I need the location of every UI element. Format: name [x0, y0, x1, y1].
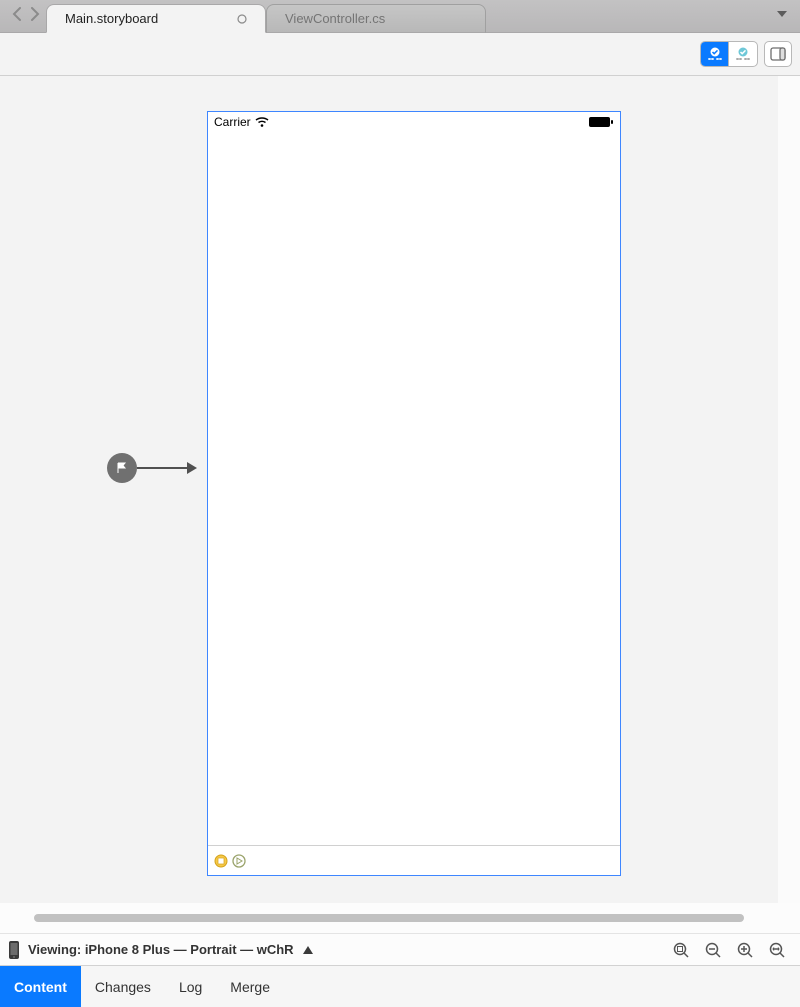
entry-point-icon: [107, 453, 137, 483]
arrow-right-icon: [187, 462, 197, 474]
footer-tab-label: Log: [179, 979, 202, 995]
battery-icon: [588, 116, 614, 128]
entry-point-indicator[interactable]: [107, 453, 197, 483]
scene-dock: [208, 845, 620, 875]
footer-tab-merge[interactable]: Merge: [216, 966, 284, 1007]
tab-label: Main.storyboard: [65, 11, 158, 26]
first-responder-icon[interactable]: [232, 854, 246, 868]
constraint-mode-update[interactable]: [701, 42, 729, 66]
horizontal-scrollbar[interactable]: [34, 914, 744, 922]
tab-viewcontroller[interactable]: ViewController.cs: [266, 4, 486, 33]
footer-tab-label: Content: [14, 979, 67, 995]
nav-back-icon[interactable]: [12, 7, 22, 21]
toggle-outline-button[interactable]: [764, 41, 792, 67]
zoom-out-icon[interactable]: [704, 941, 722, 959]
tab-main-storyboard[interactable]: Main.storyboard: [46, 4, 266, 33]
wifi-icon: [255, 116, 269, 128]
view-controller-scene[interactable]: Carrier: [207, 111, 621, 876]
zoom-controls: [672, 941, 792, 959]
view-controller-icon[interactable]: [214, 854, 228, 868]
footer-tab-label: Changes: [95, 979, 151, 995]
nav-forward-icon[interactable]: [30, 7, 40, 21]
zoom-actual-icon[interactable]: [768, 941, 786, 959]
footer-tabs: Content Changes Log Merge: [0, 965, 800, 1007]
zoom-in-icon[interactable]: [736, 941, 754, 959]
storyboard-canvas[interactable]: Carrier: [0, 76, 800, 903]
nav-arrows: [6, 0, 46, 32]
editor-toolbar: [0, 33, 800, 76]
entry-point-line: [137, 467, 187, 469]
device-status-bar: Carrier: [208, 112, 620, 132]
tab-label: ViewController.cs: [285, 11, 385, 26]
footer-tab-label: Merge: [230, 979, 270, 995]
footer-tab-changes[interactable]: Changes: [81, 966, 165, 1007]
device-type-icon[interactable]: [8, 940, 20, 960]
constraint-mode-segmented: [700, 41, 758, 67]
horizontal-scrollbar-area: [0, 903, 800, 933]
carrier-label: Carrier: [214, 115, 251, 129]
tab-bar: Main.storyboard ViewController.cs: [0, 0, 800, 33]
viewing-label[interactable]: Viewing: iPhone 8 Plus — Portrait — wChR: [28, 942, 294, 957]
footer-tab-log[interactable]: Log: [165, 966, 216, 1007]
close-icon[interactable]: [237, 14, 247, 24]
footer-tab-content[interactable]: Content: [0, 966, 81, 1007]
tab-overflow-button[interactable]: [776, 0, 794, 32]
device-configuration-bar: Viewing: iPhone 8 Plus — Portrait — wChR: [0, 933, 800, 965]
view-controller-view[interactable]: [208, 132, 620, 845]
zoom-fit-icon[interactable]: [672, 941, 690, 959]
expand-triangle-icon[interactable]: [302, 945, 314, 955]
constraint-mode-resolve[interactable]: [729, 42, 757, 66]
